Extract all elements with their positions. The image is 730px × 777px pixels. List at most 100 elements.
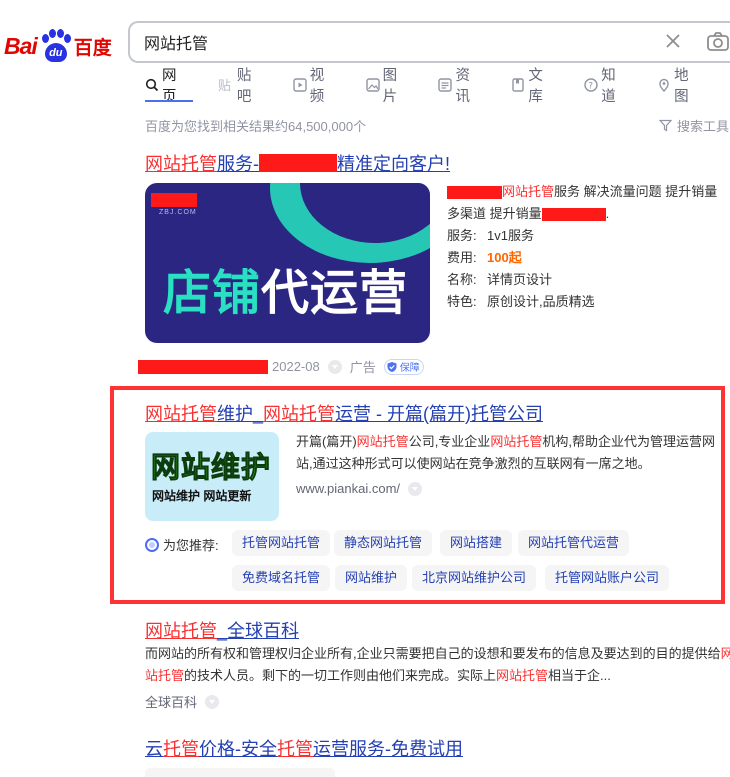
desc-keyword: 网站托管: [502, 184, 555, 199]
recommend-chip[interactable]: 网站托管代运营: [518, 530, 630, 556]
recommend-chip[interactable]: 网站维护: [335, 565, 408, 591]
snippet-text: 公司,专业企业: [408, 434, 491, 449]
active-tab-indicator: [145, 100, 193, 102]
shield-icon: [387, 361, 397, 372]
close-icon[interactable]: [662, 30, 684, 52]
tab-zhidao[interactable]: ? 知道: [584, 68, 629, 105]
tab-label: 图片: [382, 68, 398, 105]
result-title[interactable]: 网站托管维护_网站托管运营 - 开篇(篇开)托管公司: [145, 400, 543, 426]
recommend-chip[interactable]: 网站搭建: [440, 530, 513, 556]
cutoff-snippet: [145, 768, 335, 777]
title-text: 精准定向客户!: [337, 154, 451, 174]
spec-value: 1v1服务: [487, 228, 534, 243]
chevron-down-icon[interactable]: [408, 481, 423, 496]
result-count: 百度为您找到相关结果约64,500,000个: [145, 119, 367, 134]
recommend-chip[interactable]: 静态网站托管: [334, 530, 433, 556]
source-name: 全球百科: [145, 695, 198, 710]
tab-images[interactable]: 图片: [365, 68, 411, 105]
recommend-chip[interactable]: 免费域名托管: [232, 565, 331, 591]
tab-video[interactable]: 视频: [293, 68, 338, 105]
title-text: 服务-: [217, 154, 259, 174]
chevron-down-icon[interactable]: [205, 694, 220, 709]
tab-label: 地图: [674, 68, 689, 105]
search-icon: [145, 78, 159, 92]
recommend-icon: [145, 537, 159, 552]
search-box: [128, 21, 730, 63]
tab-label: 资讯: [455, 68, 470, 105]
recommend-chip[interactable]: 北京网站维护公司: [412, 565, 537, 591]
ad-label: 广告: [349, 360, 376, 375]
tab-tieba[interactable]: 贴 贴吧: [218, 68, 265, 105]
thumbnail-subtext: 网站维护 网站更新: [152, 489, 252, 503]
ad-footer: 2022-08 广告 保障: [138, 357, 424, 376]
title-keyword: 托管: [163, 739, 199, 759]
title-text: 维护: [217, 404, 253, 424]
redaction-bar: [151, 193, 197, 207]
recommend-chip[interactable]: 托管网站托管: [232, 530, 331, 556]
ad-result-title[interactable]: 网站托管服务- 精准定向客户!: [145, 150, 450, 176]
snippet-text: 而网站的所有权和管理权归企业所有,企业只需要把自己的设想和要发布的信息及要达到的…: [145, 646, 721, 661]
snippet-keyword: 网站托管: [490, 434, 543, 449]
baidu-logo[interactable]: Bai du 百度: [4, 26, 112, 66]
title-text: _: [253, 404, 264, 424]
result-snippet: 而网站的所有权和管理权归企业所有,企业只需要把自己的设想和要发布的信息及要达到的…: [145, 643, 730, 687]
news-icon: [438, 78, 453, 92]
ad-image-brand: ZBJ.COM: [159, 209, 197, 216]
map-icon: [657, 78, 671, 92]
tab-label: 视频: [309, 68, 325, 105]
result-site[interactable]: www.piankai.com/: [296, 481, 430, 496]
snippet-text: 开篇(篇开): [296, 434, 357, 449]
guarantee-badge[interactable]: 保障: [383, 358, 424, 375]
ad-description: 网站托管服务 解决流量问题 提升销量 多渠道 提升销量. 服务: 1v1服务 费用…: [447, 181, 730, 313]
tab-map[interactable]: 地图: [657, 68, 702, 105]
search-input[interactable]: [130, 23, 630, 61]
title-keyword: 网站托管: [263, 404, 336, 424]
tab-webpage[interactable]: 网页: [145, 68, 190, 105]
tieba-icon: 贴: [218, 78, 234, 92]
search-tools-button[interactable]: 搜索工具: [659, 116, 729, 135]
spec-key: 服务:: [447, 228, 477, 243]
result-title[interactable]: 云托管价格-安全托管运营服务-免费试用: [145, 735, 463, 761]
snippet-keyword: 网站托管: [496, 668, 549, 683]
title-text: 云: [145, 739, 163, 759]
result-thumbnail[interactable]: 网站维护 网站维护 网站更新: [145, 432, 279, 521]
guarantee-label: 保障: [399, 363, 420, 374]
title-text: 价格-安全: [199, 739, 277, 759]
ad-date: 2022-08: [272, 359, 320, 374]
ad-image-headline: 店铺代运营: [163, 253, 408, 323]
filter-icon: [659, 119, 672, 132]
tab-label: 知道: [601, 68, 616, 105]
ad-image[interactable]: ZBJ.COM 店铺代运营: [145, 183, 430, 343]
camera-icon[interactable]: [706, 30, 730, 54]
redaction-bar: [259, 154, 337, 173]
tab-news[interactable]: 资讯: [438, 68, 483, 105]
svg-text:贴: 贴: [218, 79, 231, 92]
site-url: www.piankai.com/: [296, 481, 401, 496]
snippet-text: 的技术人员。剩下的一切工作则由他们来完成。实际上: [184, 668, 497, 683]
doc-icon: [511, 78, 525, 92]
title-keyword: 托管: [277, 739, 313, 759]
result-source[interactable]: 全球百科: [145, 692, 227, 711]
logo-du-text: du: [44, 43, 67, 62]
title-keyword: 网站托管: [145, 621, 217, 641]
snippet-keyword: 网站托管: [356, 434, 409, 449]
tab-wenku[interactable]: 文库: [511, 68, 556, 105]
paw-icon: du: [39, 29, 73, 63]
chevron-down-icon[interactable]: [327, 359, 342, 374]
image-icon: [365, 78, 380, 92]
title-keyword: 网站托管: [145, 154, 217, 174]
svg-text:?: ?: [589, 81, 594, 91]
ad-spec-row: 费用: 100起: [447, 247, 730, 269]
redaction-bar: [138, 359, 268, 374]
redaction-bar: [447, 186, 502, 200]
spec-key: 名称:: [447, 272, 477, 287]
headline-part: 店铺: [163, 267, 262, 320]
ad-spec-row: 名称: 详情页设计: [447, 269, 730, 291]
result-title[interactable]: 网站托管_全球百科: [145, 617, 299, 643]
tab-label: 文库: [528, 68, 543, 105]
search-tabs: 网页 贴 贴吧 视频 图片 资讯 文库 ? 知道 地图: [145, 68, 730, 105]
spec-key: 特色:: [447, 294, 477, 309]
desc-text: 多渠道 提升销量: [447, 206, 542, 221]
recommend-chip[interactable]: 托管网站账户公司: [545, 565, 670, 591]
recommend-label: 为您推荐:: [145, 535, 219, 554]
